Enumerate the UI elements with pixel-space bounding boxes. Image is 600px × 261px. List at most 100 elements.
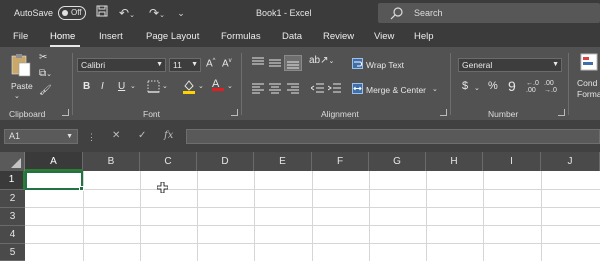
- fill-color-icon[interactable]: [182, 79, 196, 96]
- copy-icon[interactable]: ⧉⌄: [39, 68, 52, 79]
- currency-button[interactable]: $: [462, 80, 468, 92]
- row-header-4[interactable]: 4: [0, 226, 25, 244]
- fill-handle[interactable]: [79, 186, 84, 191]
- increase-decimal-icon[interactable]: ←.0.00: [526, 80, 539, 94]
- group-separator: [241, 53, 242, 115]
- redo-icon[interactable]: ↷⌄: [146, 5, 168, 21]
- grid-line: [254, 171, 255, 261]
- format-painter-icon[interactable]: 🖌: [39, 85, 52, 96]
- column-header-j[interactable]: J: [541, 152, 600, 171]
- number-launcher-icon[interactable]: [558, 109, 565, 116]
- align-left-icon[interactable]: [251, 82, 265, 96]
- active-cell-a1[interactable]: [25, 171, 84, 191]
- orientation-icon[interactable]: ab↗⌄: [309, 55, 334, 66]
- autosave-toggle[interactable]: Off: [58, 6, 86, 20]
- align-right-icon[interactable]: [286, 82, 300, 96]
- grid-line: [426, 171, 427, 261]
- row-header-5[interactable]: 5: [0, 244, 25, 261]
- paste-button[interactable]: Paste: [11, 81, 33, 91]
- paste-dropdown-icon[interactable]: ⌄: [14, 92, 20, 100]
- tab-data[interactable]: Data: [282, 31, 302, 42]
- align-center-icon[interactable]: [268, 82, 282, 96]
- italic-button[interactable]: I: [101, 81, 104, 92]
- clipboard-launcher-icon[interactable]: [62, 109, 69, 116]
- tab-page-layout[interactable]: Page Layout: [146, 31, 199, 42]
- conditional-formatting-button[interactable]: Cond Forma: [577, 78, 600, 100]
- tab-file[interactable]: File: [13, 31, 28, 42]
- decrease-font-icon[interactable]: Av: [222, 58, 232, 69]
- tab-help[interactable]: Help: [414, 31, 434, 42]
- underline-button[interactable]: U: [118, 81, 125, 92]
- undo-icon[interactable]: ↶⌄: [116, 5, 138, 21]
- cancel-icon[interactable]: ✕: [112, 130, 120, 141]
- tab-formulas[interactable]: Formulas: [221, 31, 261, 42]
- cell-cursor-icon: [156, 181, 169, 195]
- increase-indent-icon[interactable]: [327, 82, 342, 96]
- row-header-2[interactable]: 2: [0, 190, 25, 208]
- cut-icon[interactable]: ✂: [39, 52, 47, 63]
- name-box[interactable]: A1 ▼: [4, 129, 78, 144]
- decrease-indent-icon[interactable]: [310, 82, 325, 96]
- alignment-launcher-icon[interactable]: [440, 109, 447, 116]
- customize-qat-icon[interactable]: ⌄: [175, 5, 187, 21]
- enter-icon[interactable]: ✓: [138, 130, 146, 141]
- group-separator: [450, 53, 451, 115]
- wrap-text-icon[interactable]: [352, 58, 363, 71]
- currency-dropdown-icon[interactable]: ⌄: [474, 84, 480, 92]
- conditional-formatting-icon[interactable]: [580, 53, 598, 73]
- chevron-down-icon: ▼: [552, 61, 559, 68]
- select-all-button[interactable]: [0, 152, 25, 171]
- comma-style-button[interactable]: 9: [508, 78, 516, 94]
- search-placeholder: Search: [414, 8, 443, 18]
- number-format-dropdown[interactable]: General ▼: [458, 58, 562, 72]
- row-header-1[interactable]: 1: [0, 171, 25, 190]
- save-icon[interactable]: [95, 5, 109, 21]
- font-color-dropdown-icon[interactable]: ⌄: [227, 82, 233, 90]
- font-launcher-icon[interactable]: [231, 109, 238, 116]
- column-header-f[interactable]: F: [312, 152, 369, 171]
- column-header-a[interactable]: A: [25, 152, 83, 171]
- grid-line: [25, 243, 600, 244]
- more-options-icon[interactable]: ⋮: [87, 132, 96, 143]
- fill-color-dropdown-icon[interactable]: ⌄: [198, 82, 204, 90]
- column-header-i[interactable]: I: [483, 152, 541, 171]
- conditional-formatting-line2: Forma: [577, 89, 600, 99]
- borders-dropdown-icon[interactable]: ⌄: [162, 82, 168, 90]
- font-name-dropdown[interactable]: Calibri ▼: [77, 58, 166, 72]
- search-icon: [390, 6, 404, 22]
- tab-insert[interactable]: Insert: [99, 31, 123, 42]
- group-separator: [568, 53, 569, 115]
- borders-icon[interactable]: [147, 80, 160, 95]
- align-bottom-icon[interactable]: [284, 55, 302, 71]
- column-header-c[interactable]: C: [140, 152, 197, 171]
- column-header-b[interactable]: B: [83, 152, 140, 171]
- search-box[interactable]: Search: [378, 3, 600, 23]
- merge-dropdown-icon[interactable]: ⌄: [432, 85, 438, 93]
- row-header-3[interactable]: 3: [0, 208, 25, 226]
- column-header-e[interactable]: E: [254, 152, 312, 171]
- bold-button[interactable]: B: [83, 81, 90, 92]
- merge-center-button[interactable]: Merge & Center: [366, 85, 426, 95]
- wrap-text-button[interactable]: Wrap Text: [366, 60, 404, 70]
- tab-review[interactable]: Review: [323, 31, 354, 42]
- column-header-h[interactable]: H: [426, 152, 483, 171]
- underline-dropdown-icon[interactable]: ⌄: [130, 82, 136, 90]
- grid-line: [83, 171, 84, 261]
- font-size-dropdown[interactable]: 11 ▼: [169, 58, 201, 72]
- grid-line: [541, 171, 542, 261]
- column-header-g[interactable]: G: [369, 152, 426, 171]
- percent-button[interactable]: %: [488, 80, 498, 92]
- merge-center-icon[interactable]: [352, 83, 363, 96]
- clipboard-group-label: Clipboard: [9, 109, 46, 119]
- align-top-icon[interactable]: [251, 57, 265, 71]
- align-middle-icon[interactable]: [268, 57, 282, 71]
- insert-function-button[interactable]: fx: [164, 130, 173, 141]
- font-color-icon[interactable]: A: [212, 78, 224, 91]
- paste-icon[interactable]: [10, 52, 32, 80]
- decrease-decimal-icon[interactable]: .00 →.0: [544, 80, 557, 94]
- formula-input[interactable]: [186, 129, 600, 144]
- tab-home[interactable]: Home: [50, 31, 75, 42]
- column-header-d[interactable]: D: [197, 152, 254, 171]
- increase-font-icon[interactable]: A^: [206, 58, 216, 69]
- tab-view[interactable]: View: [374, 31, 394, 42]
